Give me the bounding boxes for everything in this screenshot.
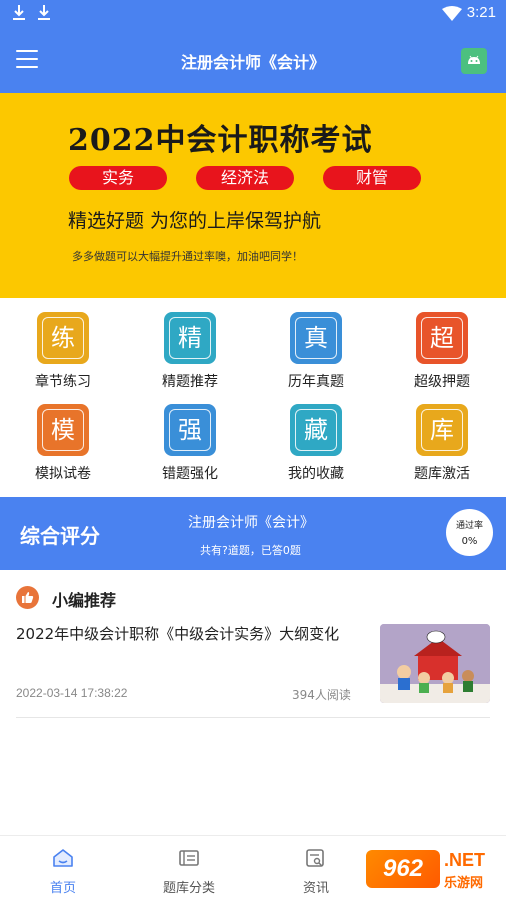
grid-label: 历年真题 (288, 374, 344, 390)
nav-home[interactable]: 首页 (13, 836, 113, 899)
status-time: 3:21 (466, 4, 496, 21)
grid-label: 题库激活 (414, 466, 470, 482)
banner-tagline: 多多做题可以大幅提升通过率噢，加油吧同学！ (72, 250, 303, 263)
grid-item-past-exams[interactable]: 真 历年真题 (261, 300, 371, 392)
grid-label: 章节练习 (35, 374, 91, 390)
grid-item-favorites[interactable]: 藏 我的收藏 (261, 392, 371, 484)
grid-item-activate[interactable]: 库 题库激活 (387, 392, 497, 484)
download-icon (38, 5, 50, 20)
android-icon (468, 55, 480, 64)
pass-rate-value: 0% (461, 536, 478, 547)
tag-pill: 经济法 (196, 166, 294, 190)
promo-banner[interactable]: 2022中会计职称考试 实务 经济法 财管 精选好题 为您的上岸保驾护航 多多做… (0, 93, 506, 298)
app-header: 注册会计师《会计》 (0, 28, 506, 93)
article-thumbnail (380, 624, 490, 703)
activate-icon: 库 (416, 404, 468, 456)
article-title: 2022年中级会计职称《中级会计实务》大纲变化 (16, 625, 340, 643)
grid-item-predict[interactable]: 超 超级押题 (387, 300, 497, 392)
score-course: 注册会计师《会计》 (188, 515, 314, 531)
category-icon (179, 850, 199, 866)
grid-label: 我的收藏 (288, 466, 344, 482)
article-reads: 394人阅读 (292, 688, 351, 702)
nav-label: 题库分类 (162, 881, 215, 896)
nav-label: 资讯 (302, 881, 329, 896)
android-button[interactable] (461, 48, 487, 74)
recommend-title: 小编推荐 (52, 591, 117, 610)
nav-category[interactable]: 题库分类 (139, 836, 239, 899)
pass-rate-circle[interactable]: 通过率 0% (446, 509, 493, 556)
featured-icon: 精 (164, 312, 216, 364)
grid-label: 模拟试卷 (35, 466, 91, 482)
tag-pill: 财管 (323, 166, 421, 190)
predict-icon: 超 (416, 312, 468, 364)
nav-news[interactable]: 资讯 (266, 836, 366, 899)
grid-label: 超级押题 (414, 374, 470, 390)
wifi-icon (442, 6, 462, 21)
score-stats: 共有?道题，已答0题 (200, 544, 301, 557)
grid-item-mock-exam[interactable]: 模 模拟试卷 (8, 392, 118, 484)
grid-item-chapter-practice[interactable]: 练 章节练习 (8, 300, 118, 392)
favorites-icon: 藏 (290, 404, 342, 456)
page-title: 注册会计师《会计》 (180, 53, 325, 72)
status-bar: 3:21 (0, 0, 506, 28)
mistakes-icon: 强 (164, 404, 216, 456)
banner-title: 2022中会计职称考试 (68, 123, 373, 158)
score-title: 综合评分 (20, 524, 100, 548)
grid-label: 错题强化 (162, 466, 218, 482)
mock-exam-icon: 模 (37, 404, 89, 456)
grid-item-mistakes[interactable]: 强 错题强化 (135, 392, 245, 484)
download-icon (13, 5, 25, 20)
article-date: 2022-03-14 17:38:22 (16, 686, 128, 700)
nav-label: 首页 (49, 881, 76, 896)
past-exam-icon: 真 (290, 312, 342, 364)
thumbs-up-icon (16, 586, 39, 609)
grid-label: 精题推荐 (162, 374, 218, 390)
home-icon (53, 849, 73, 867)
tag-pill: 实务 (69, 166, 167, 190)
grid-item-featured[interactable]: 精 精题推荐 (135, 300, 245, 392)
score-panel[interactable]: 综合评分 注册会计师《会计》 共有?道题，已答0题 通过率 0% (0, 497, 506, 570)
pass-rate-label: 通过率 (455, 521, 483, 531)
practice-icon: 练 (37, 312, 89, 364)
watermark-logo: 962 .NET 乐游网 (366, 848, 500, 894)
banner-subtitle: 精选好题 为您的上岸保驾护航 (68, 210, 322, 232)
news-icon (306, 849, 324, 867)
article-item[interactable]: 2022年中级会计职称《中级会计实务》大纲变化 2022-03-14 17:38… (16, 620, 490, 718)
feature-grid: 练 章节练习 精 精题推荐 真 历年真题 超 超级押题 模 模拟试卷 强 错题强… (0, 300, 506, 492)
